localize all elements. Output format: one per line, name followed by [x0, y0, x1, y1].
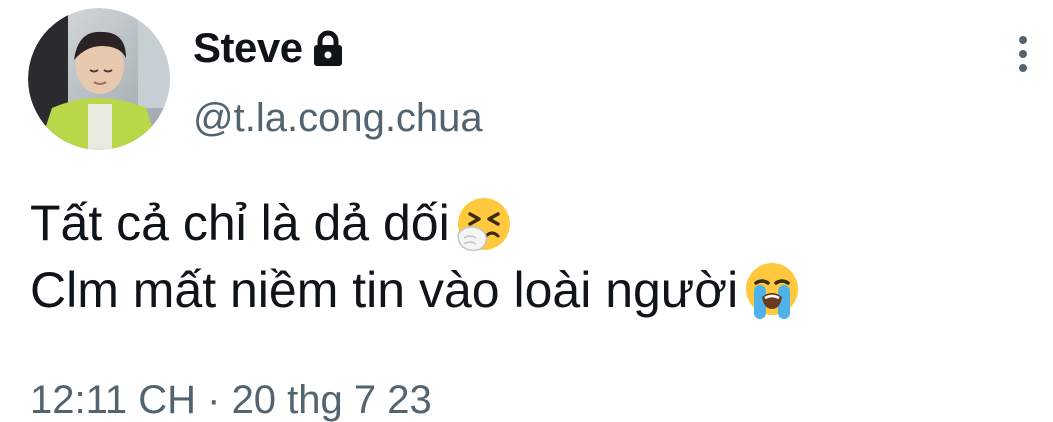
tweet-line-1: Tất cả chỉ là dả dối: [30, 190, 804, 257]
display-name[interactable]: Steve: [193, 27, 303, 69]
lock-icon: [311, 30, 345, 68]
sneezing-face-emoji-icon: [452, 192, 516, 256]
tweet-line-1-text: Tất cả chỉ là dả dối: [30, 195, 450, 251]
more-options-button[interactable]: [1011, 36, 1035, 72]
more-vertical-icon: [1019, 36, 1027, 44]
display-name-row: Steve: [193, 22, 345, 74]
tweet-timestamp[interactable]: 12:11 CH · 20 thg 7 23: [30, 380, 432, 420]
tweet-line-2: Clm mất niềm tin vào loài người: [30, 257, 804, 324]
user-handle[interactable]: @t.la.cong.chua: [193, 98, 483, 138]
tweet-text: Tất cả chỉ là dả dối Clm mất niềm tin và…: [30, 190, 804, 324]
tweet-line-2-text: Clm mất niềm tin vào loài người: [30, 262, 739, 318]
avatar-image: [28, 8, 170, 150]
loudly-crying-face-emoji-icon: [740, 259, 804, 323]
avatar[interactable]: [28, 8, 170, 150]
